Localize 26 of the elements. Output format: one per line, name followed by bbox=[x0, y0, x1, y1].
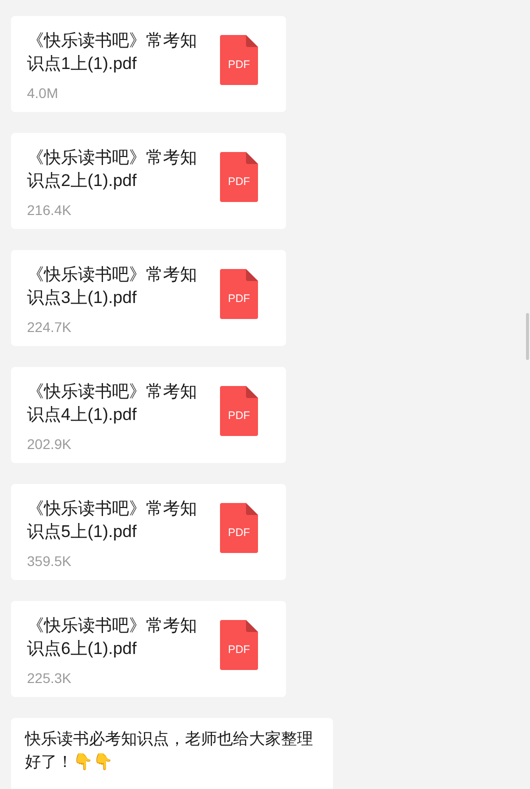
pdf-file-icon: PDF bbox=[220, 386, 258, 436]
pdf-file-icon: PDF bbox=[220, 152, 258, 202]
text-message: 快乐读书必考知识点，老师也给大家整理好了！👇👇 bbox=[11, 718, 333, 789]
file-size: 216.4K bbox=[27, 201, 72, 220]
file-message-bubble[interactable]: 《快乐读书吧》常考知识点2上(1).pdf 216.4K PDF bbox=[11, 133, 286, 229]
file-name: 《快乐读书吧》常考知识点4上(1).pdf bbox=[27, 381, 198, 426]
file-message-bubble[interactable]: 《快乐读书吧》常考知识点6上(1).pdf 225.3K PDF bbox=[11, 601, 286, 697]
pdf-file-icon: PDF bbox=[220, 269, 258, 319]
file-message-bubble[interactable]: 《快乐读书吧》常考知识点4上(1).pdf 202.9K PDF bbox=[11, 367, 286, 463]
file-name: 《快乐读书吧》常考知识点6上(1).pdf bbox=[27, 615, 198, 660]
file-size: 359.5K bbox=[27, 552, 72, 571]
file-size: 202.9K bbox=[27, 435, 72, 454]
file-message-bubble[interactable]: 《快乐读书吧》常考知识点3上(1).pdf 224.7K PDF bbox=[11, 250, 286, 346]
pdf-file-icon: PDF bbox=[220, 35, 258, 85]
file-name: 《快乐读书吧》常考知识点2上(1).pdf bbox=[27, 147, 198, 192]
pdf-file-icon: PDF bbox=[220, 620, 258, 670]
file-message-bubble[interactable]: 《快乐读书吧》常考知识点1上(1).pdf 4.0M PDF bbox=[11, 16, 286, 112]
pdf-file-icon: PDF bbox=[220, 503, 258, 553]
file-size: 225.3K bbox=[27, 669, 72, 688]
scrollbar[interactable] bbox=[526, 313, 529, 360]
file-name: 《快乐读书吧》常考知识点5上(1).pdf bbox=[27, 498, 198, 543]
file-size: 4.0M bbox=[27, 84, 60, 103]
file-size: 224.7K bbox=[27, 318, 72, 337]
file-name: 《快乐读书吧》常考知识点1上(1).pdf bbox=[27, 30, 198, 75]
file-message-bubble[interactable]: 《快乐读书吧》常考知识点5上(1).pdf 359.5K PDF bbox=[11, 484, 286, 580]
file-name: 《快乐读书吧》常考知识点3上(1).pdf bbox=[27, 264, 198, 309]
